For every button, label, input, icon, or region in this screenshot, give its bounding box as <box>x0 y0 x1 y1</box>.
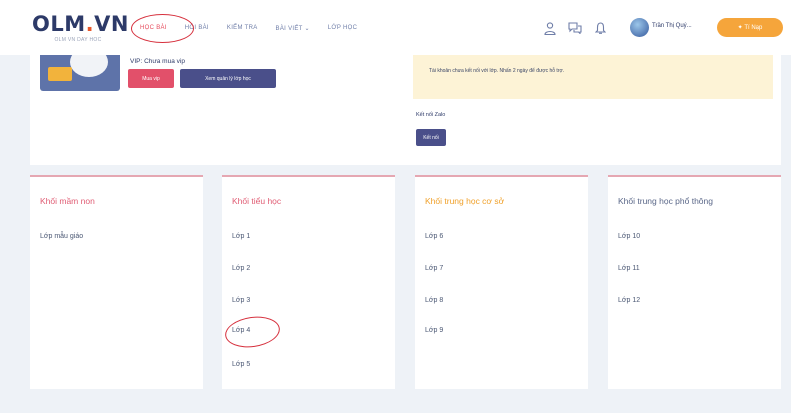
nav-bai-viet[interactable]: BÀI VIẾT ⌄ <box>276 25 310 32</box>
level-title[interactable]: Khối tiểu học <box>232 196 281 206</box>
top-up-label: Tí Nạp <box>744 24 763 31</box>
level-title[interactable]: Khối trung học cơ sở <box>425 196 504 206</box>
grade-link[interactable]: Lớp 7 <box>425 265 443 272</box>
folder-icon <box>48 67 72 81</box>
level-card-thcs: Khối trung học cơ sở Lớp 6 Lớp 7 Lớp 8 L… <box>415 175 588 389</box>
olm-logo[interactable]: OLM.VN OLM VN DAY HOC <box>32 12 129 44</box>
level-title[interactable]: Khối mầm non <box>40 196 95 206</box>
user-icon[interactable] <box>543 21 557 35</box>
buy-vip-button[interactable]: Mua vip <box>128 69 174 88</box>
hand-drawn-circle-annotation <box>131 14 194 43</box>
top-up-button[interactable]: ✦ Tí Nạp <box>717 18 783 37</box>
bell-icon[interactable] <box>593 21 607 35</box>
account-panel: VIP: Chưa mua vip Mua vip Xem quản lý lớ… <box>30 55 781 165</box>
chevron-down-icon: ⌄ <box>304 25 310 32</box>
level-card-thpt: Khối trung học phổ thông Lớp 10 Lớp 11 L… <box>608 175 781 389</box>
grade-link[interactable]: Lớp 3 <box>232 297 250 304</box>
level-title[interactable]: Khối trung học phổ thông <box>618 196 713 206</box>
level-card-mam-non: Khối mầm non Lớp mẫu giáo <box>30 175 203 389</box>
notice-text: Tài khoản chưa kết nối với lớp. Nhấn 2 n… <box>429 68 565 74</box>
grade-link[interactable]: Lớp 6 <box>425 233 443 240</box>
avatar[interactable] <box>630 18 649 37</box>
top-header: OLM.VN OLM VN DAY HOC HỌC BÀI HỎI BÀI KI… <box>0 0 791 55</box>
coin-icon: ✦ <box>737 25 745 31</box>
grade-link[interactable]: Lớp 5 <box>232 361 250 368</box>
level-card-tieu-hoc: Khối tiểu học Lớp 1 Lớp 2 Lớp 3 Lớp 4 Lớ… <box>222 175 395 389</box>
nav-lop-hoc[interactable]: LỚP HỌC <box>328 25 357 31</box>
nav-kiem-tra[interactable]: KIỂM TRA <box>227 25 258 31</box>
cloud-icon <box>70 55 108 77</box>
vip-illustration <box>40 55 120 91</box>
connect-button[interactable]: Kết nối <box>416 129 446 146</box>
grade-link[interactable]: Lớp 11 <box>618 265 640 272</box>
manage-classes-button[interactable]: Xem quản lý lớp học <box>180 69 276 88</box>
user-name[interactable]: Trần Thị Quý... <box>652 23 692 29</box>
grade-link[interactable]: Lớp 8 <box>425 297 443 304</box>
grade-link[interactable]: Lớp mẫu giáo <box>40 233 83 240</box>
header-icons <box>543 21 618 35</box>
grade-link[interactable]: Lớp 2 <box>232 265 250 272</box>
page: OLM.VN OLM VN DAY HOC HỌC BÀI HỎI BÀI KI… <box>0 0 791 413</box>
grade-link[interactable]: Lớp 1 <box>232 233 250 240</box>
connect-zalo-label: Kết nối Zalo <box>416 112 446 118</box>
logo-text: OLM.VN <box>32 12 129 36</box>
vip-status: VIP: Chưa mua vip <box>130 58 185 65</box>
notice-box: Tài khoản chưa kết nối với lớp. Nhấn 2 n… <box>413 55 773 99</box>
nav-bai-viet-label: BÀI VIẾT <box>275 25 303 32</box>
grade-link[interactable]: Lớp 12 <box>618 297 640 304</box>
logo-tagline: OLM VN DAY HOC <box>54 37 102 43</box>
grade-link[interactable]: Lớp 9 <box>425 327 443 334</box>
grade-link[interactable]: Lớp 10 <box>618 233 640 240</box>
chat-icon[interactable] <box>568 21 582 35</box>
